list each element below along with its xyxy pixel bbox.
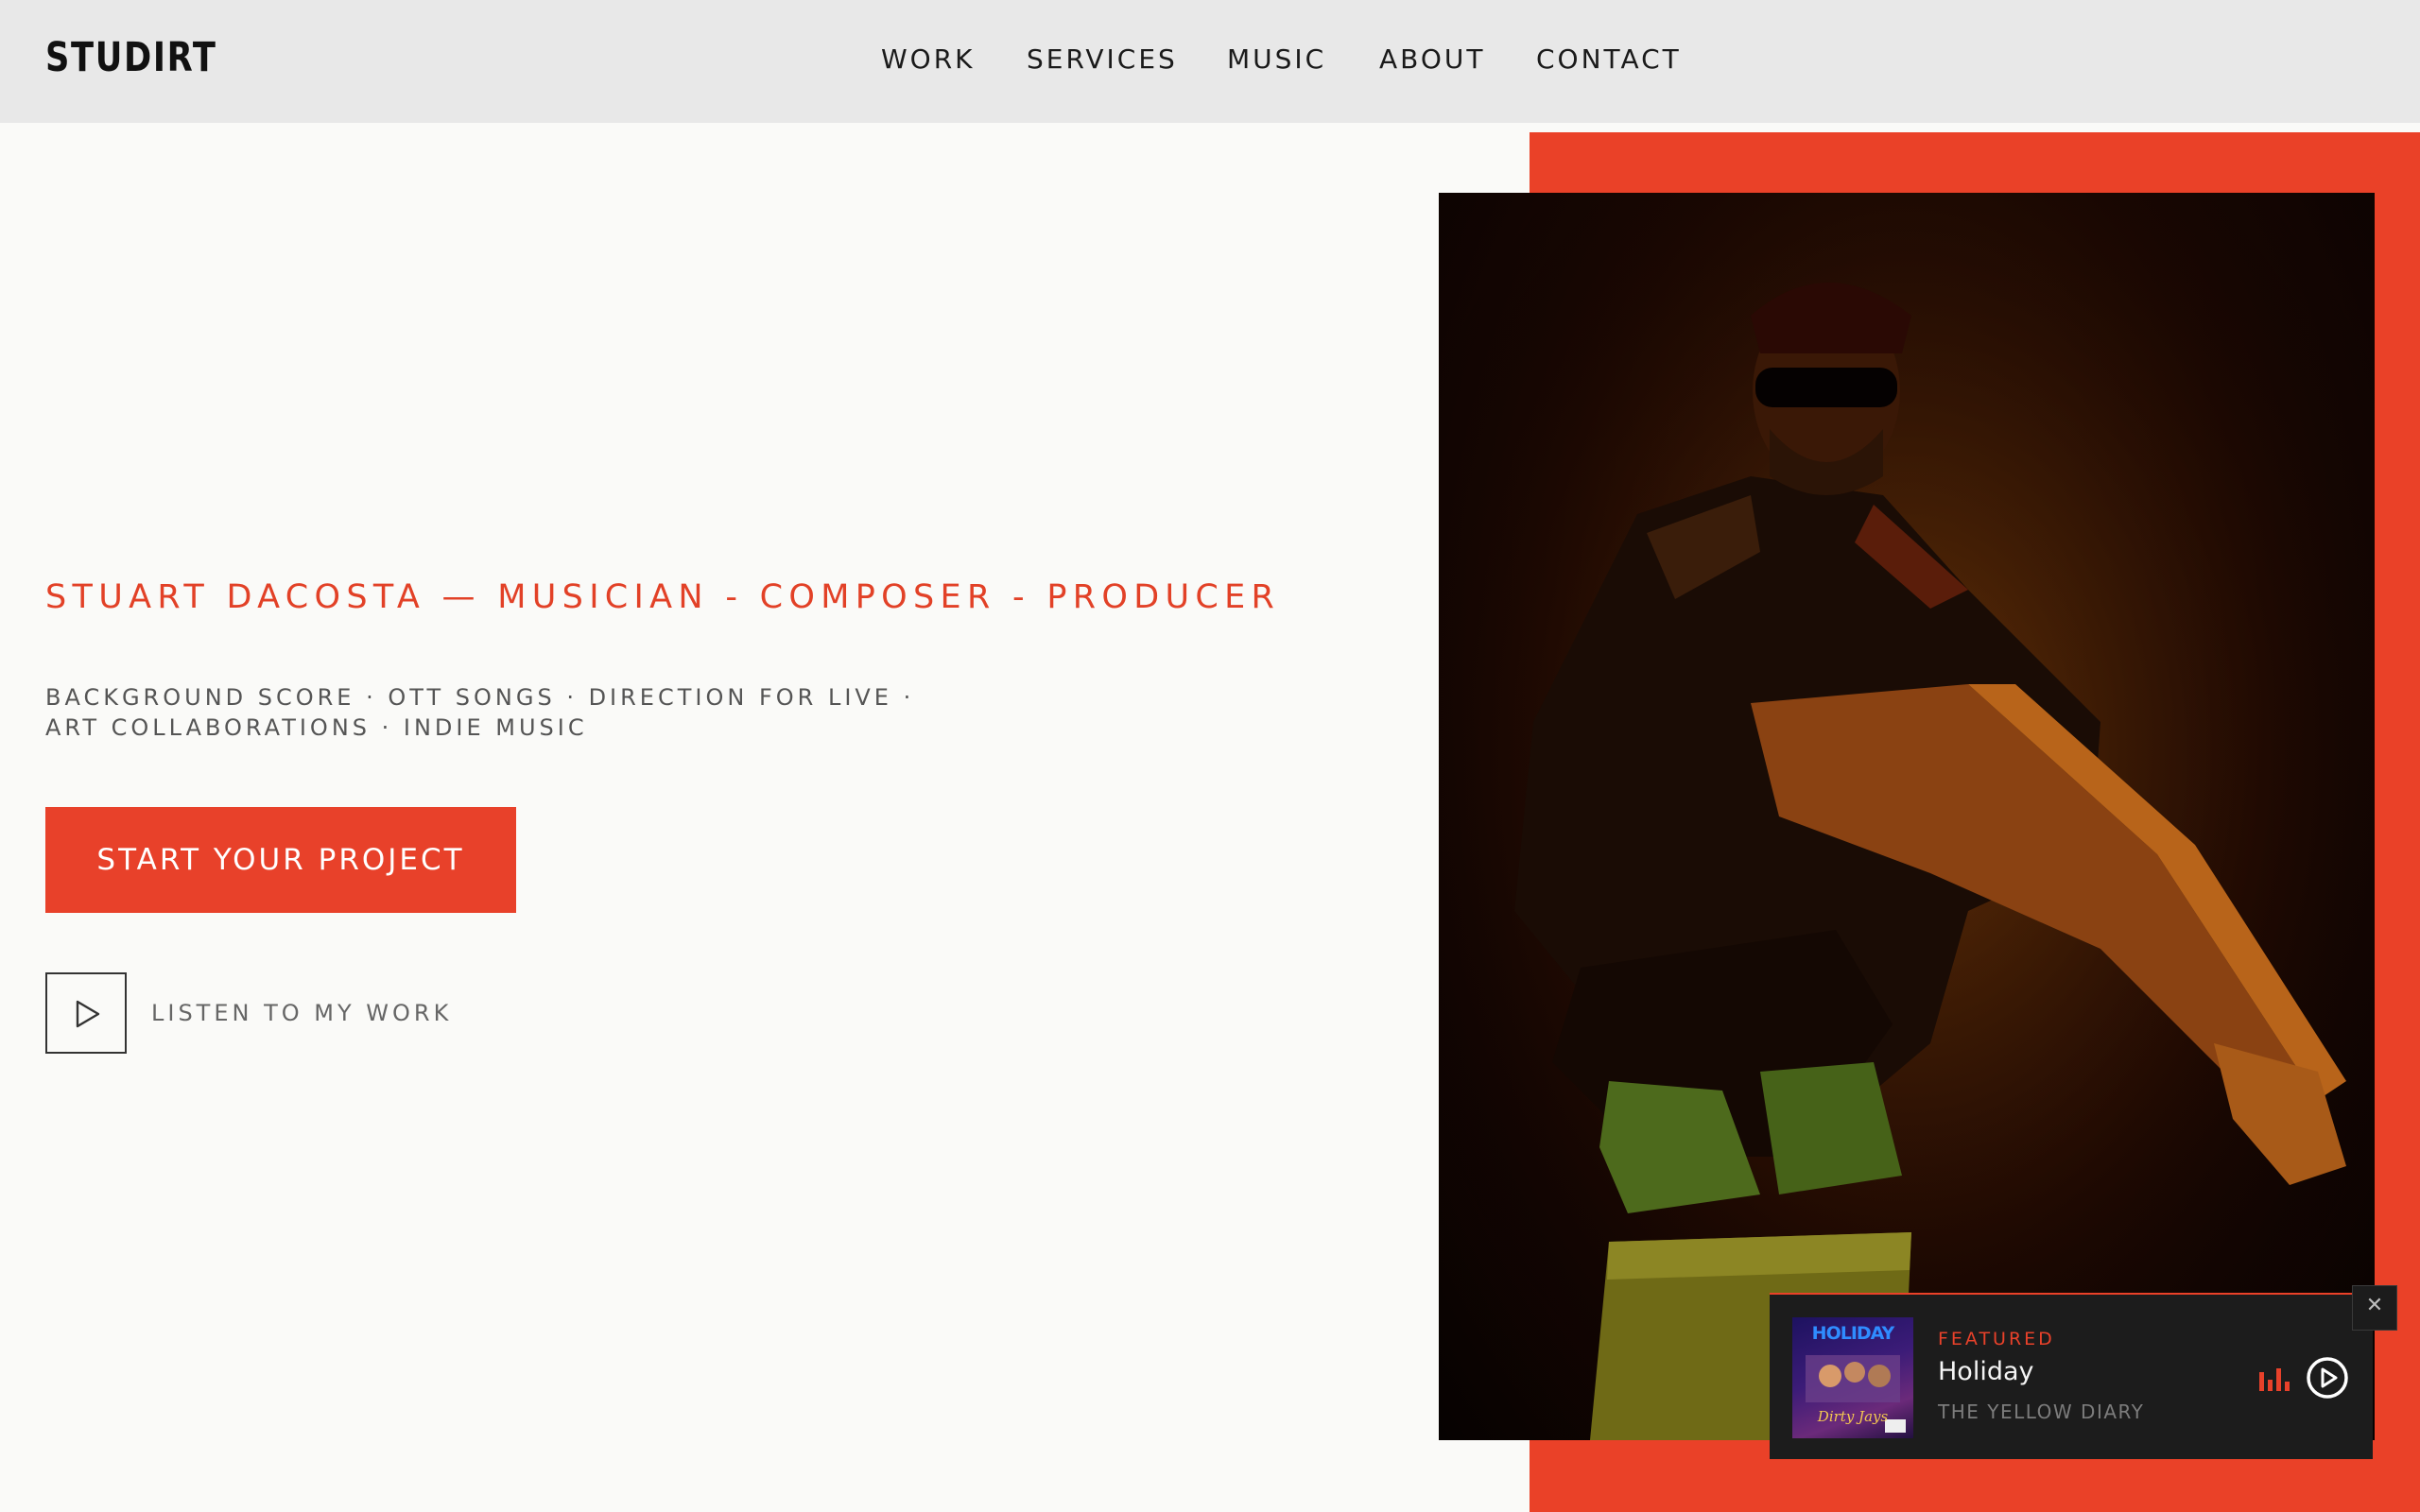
album-cover-subtitle: Dirty Jays bbox=[1817, 1408, 1889, 1425]
listen-to-work-link[interactable]: LISTEN TO MY WORK bbox=[151, 1000, 452, 1026]
play-icon bbox=[76, 1000, 100, 1028]
nav-item-work[interactable]: WORK bbox=[881, 43, 976, 75]
nav-item-music[interactable]: MUSIC bbox=[1227, 43, 1326, 75]
nav-item-services[interactable]: SERVICES bbox=[1027, 43, 1178, 75]
nav-item-contact[interactable]: CONTACT bbox=[1536, 43, 1682, 75]
track-artist: THE YELLOW DIARY bbox=[1938, 1400, 2145, 1423]
top-navigation-bar: STUDIRT WORK SERVICES MUSIC ABOUT CONTAC… bbox=[0, 0, 2420, 123]
hero-tagline: STUART DACOSTA — MUSICIAN - COMPOSER - P… bbox=[45, 578, 1281, 616]
track-title: Holiday bbox=[1938, 1357, 2034, 1386]
equalizer-icon bbox=[2259, 1368, 2290, 1391]
play-circle-icon[interactable] bbox=[2305, 1355, 2350, 1400]
main-nav: WORK SERVICES MUSIC ABOUT CONTACT bbox=[0, 43, 2420, 81]
artist-portrait bbox=[1439, 193, 2375, 1440]
album-cover[interactable]: HOLIDAY Dirty Jays bbox=[1792, 1317, 1913, 1438]
listen-play-button[interactable] bbox=[45, 972, 127, 1054]
nav-item-about[interactable]: ABOUT bbox=[1379, 43, 1486, 75]
close-icon: ✕ bbox=[2365, 1294, 2384, 1317]
featured-player: HOLIDAY Dirty Jays FEATURED Holiday THE … bbox=[1770, 1293, 2373, 1459]
start-project-button[interactable]: START YOUR PROJECT bbox=[45, 807, 516, 913]
featured-label: FEATURED bbox=[1938, 1329, 2055, 1349]
close-player-button[interactable]: ✕ bbox=[2352, 1285, 2397, 1331]
services-list: BACKGROUND SCORE · OTT SONGS · DIRECTION… bbox=[45, 684, 915, 741]
